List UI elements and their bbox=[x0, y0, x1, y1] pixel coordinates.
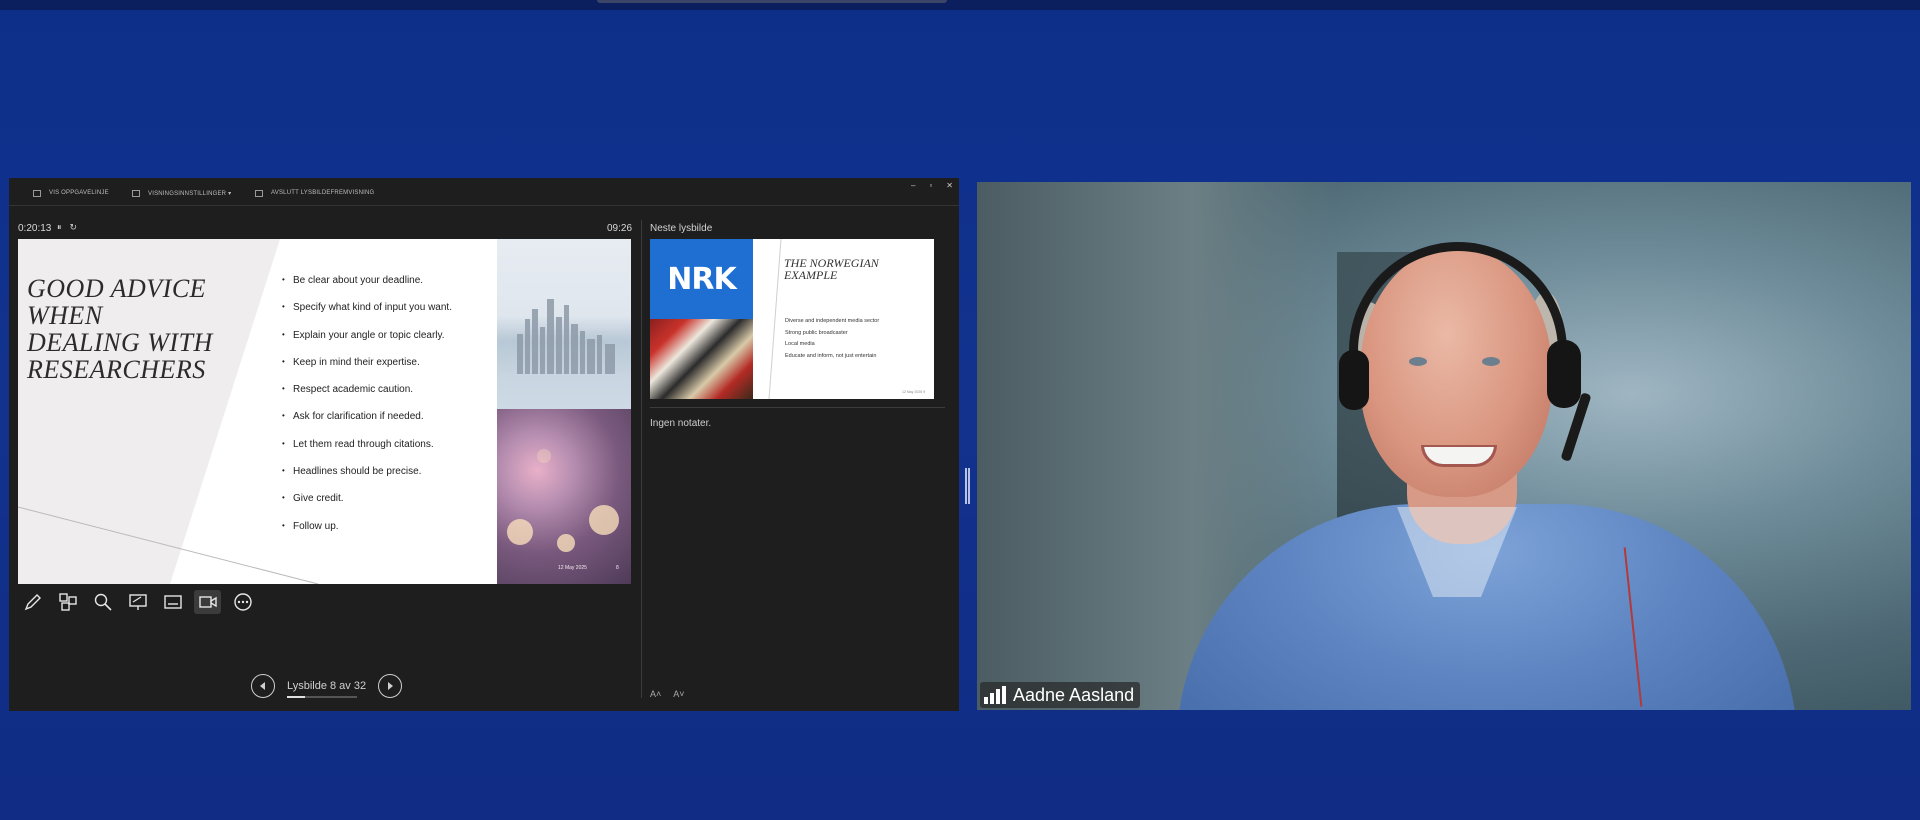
close-button[interactable]: ✕ bbox=[946, 181, 953, 190]
pen-icon[interactable] bbox=[19, 590, 46, 614]
bullet-item: Be clear about your deadline. bbox=[282, 275, 452, 302]
taskbar-icon bbox=[33, 189, 41, 197]
newspapers-image bbox=[650, 319, 753, 399]
current-slide[interactable]: GOOD ADVICE WHEN DEALING WITH RESEARCHER… bbox=[18, 239, 631, 584]
participant-smile bbox=[1421, 445, 1497, 467]
slide-counter[interactable]: Lysbilde 8 av 32 bbox=[287, 680, 367, 698]
bullet-item: Let them read through citations. bbox=[282, 439, 452, 466]
presenter-view-window: VIS OPPGAVELINJE VISNINGSINNSTILLINGER ▾… bbox=[9, 178, 959, 711]
notes-separator bbox=[650, 407, 945, 408]
slide-title: GOOD ADVICE WHEN DEALING WITH RESEARCHER… bbox=[27, 274, 213, 384]
bullet-item: Respect academic caution. bbox=[282, 384, 452, 411]
slide-progress-bar bbox=[287, 696, 357, 698]
arrow-right-icon bbox=[388, 682, 394, 690]
next-slide-bullets: Diverse and independent media sector Str… bbox=[785, 318, 879, 364]
end-slideshow-label: AVSLUTT LYSBILDEFREMVISNING bbox=[271, 190, 375, 196]
next-bullet-item: Diverse and independent media sector bbox=[785, 318, 880, 324]
participant-video-tile[interactable]: Aadne Aasland bbox=[977, 182, 1911, 710]
next-slide-preview[interactable]: NRK THE NORWEGIAN EXAMPLE Diverse and in… bbox=[650, 239, 934, 399]
bullet-item: Specify what kind of input you want. bbox=[282, 302, 452, 329]
window-controls: – ▫ ✕ bbox=[911, 181, 953, 190]
slide-progress-fill bbox=[287, 696, 305, 698]
decrease-font-button[interactable]: A˅ bbox=[673, 689, 684, 699]
nrk-logo: NRK bbox=[650, 239, 753, 319]
city-skyline-image bbox=[497, 239, 631, 409]
presenter-tools bbox=[19, 590, 256, 614]
pane-divider[interactable] bbox=[641, 220, 642, 698]
bullet-item: Headlines should be precise. bbox=[282, 466, 452, 493]
next-bullet-item: Strong public broadcaster bbox=[785, 329, 848, 336]
reset-timer-icon[interactable]: ↻ bbox=[70, 222, 78, 233]
more-icon[interactable] bbox=[229, 590, 256, 614]
previous-slide-button[interactable] bbox=[251, 674, 275, 698]
current-time: 09:26 bbox=[607, 223, 633, 234]
bullet-item: Follow up. bbox=[282, 521, 452, 548]
next-slide-title: THE NORWEGIAN EXAMPLE bbox=[784, 256, 879, 282]
next-bullet-item: Educate and inform, not just entertain bbox=[785, 352, 877, 359]
pause-icon[interactable]: ⏸ bbox=[57, 222, 62, 233]
presenter-toolbar: VIS OPPGAVELINJE VISNINGSINNSTILLINGER ▾… bbox=[9, 178, 959, 206]
nrk-logo-text: NRK bbox=[667, 261, 736, 297]
next-slide-accent-line bbox=[768, 239, 782, 399]
tile-splitter-handle[interactable] bbox=[965, 468, 970, 504]
slide-date: 12 May 2025 bbox=[558, 565, 587, 571]
next-slide-button[interactable] bbox=[378, 674, 403, 698]
notes-font-controls: A˄ A˅ bbox=[650, 689, 685, 699]
display-settings-label: VISNINGSINNSTILLINGER ▾ bbox=[148, 190, 232, 197]
next-slide-label: Neste lysbilde bbox=[650, 223, 713, 234]
camera-icon[interactable] bbox=[194, 590, 221, 614]
next-bullet-item: Local media bbox=[785, 341, 815, 347]
elapsed-timer: 0:20:13 bbox=[18, 223, 52, 234]
participant-name: Aadne Aasland bbox=[1013, 684, 1135, 705]
increase-font-button[interactable]: A˄ bbox=[650, 689, 661, 699]
headset-earcup-right bbox=[1547, 340, 1581, 408]
bokeh-image bbox=[497, 409, 631, 584]
subtitles-icon[interactable] bbox=[159, 590, 186, 614]
minimize-button[interactable]: – bbox=[911, 181, 915, 190]
top-bar-handle[interactable] bbox=[597, 0, 947, 3]
end-slideshow-icon bbox=[255, 189, 263, 197]
speaker-notes[interactable]: Ingen notater. bbox=[650, 418, 711, 429]
bullet-item: Give credit. bbox=[282, 493, 452, 520]
zoom-icon[interactable] bbox=[89, 590, 116, 614]
signal-strength-icon bbox=[984, 686, 1006, 704]
slide-navigation: Lysbilde 8 av 32 bbox=[251, 674, 403, 698]
bullet-item: Keep in mind their expertise. bbox=[282, 357, 452, 384]
bullet-item: Ask for clarification if needed. bbox=[282, 411, 452, 438]
slide-bullet-list: Be clear about your deadline. Specify wh… bbox=[282, 275, 452, 548]
headset-earcup-left bbox=[1339, 350, 1369, 410]
slide-counter-text: Lysbilde 8 av 32 bbox=[287, 680, 367, 692]
restore-button[interactable]: ▫ bbox=[929, 181, 932, 190]
end-slideshow-button[interactable]: AVSLUTT LYSBILDEFREMVISNING bbox=[255, 188, 374, 198]
bullet-item: Explain your angle or topic clearly. bbox=[282, 330, 452, 357]
next-slide-footer: 12 May 2025 9 bbox=[902, 390, 926, 394]
display-settings-button[interactable]: VISNINGSINNSTILLINGER ▾ bbox=[132, 188, 231, 198]
pointer-icon[interactable] bbox=[124, 590, 151, 614]
slide-number: 8 bbox=[616, 565, 619, 571]
display-settings-icon bbox=[132, 189, 140, 197]
participant-name-tag: Aadne Aasland bbox=[980, 682, 1141, 708]
show-taskbar-button[interactable]: VIS OPPGAVELINJE bbox=[33, 188, 109, 198]
show-taskbar-label: VIS OPPGAVELINJE bbox=[49, 190, 109, 196]
timer-controls: ⏸ ↻ bbox=[57, 222, 77, 233]
slides-grid-icon[interactable] bbox=[54, 590, 81, 614]
top-bar bbox=[0, 0, 1920, 10]
arrow-left-icon bbox=[260, 682, 265, 690]
